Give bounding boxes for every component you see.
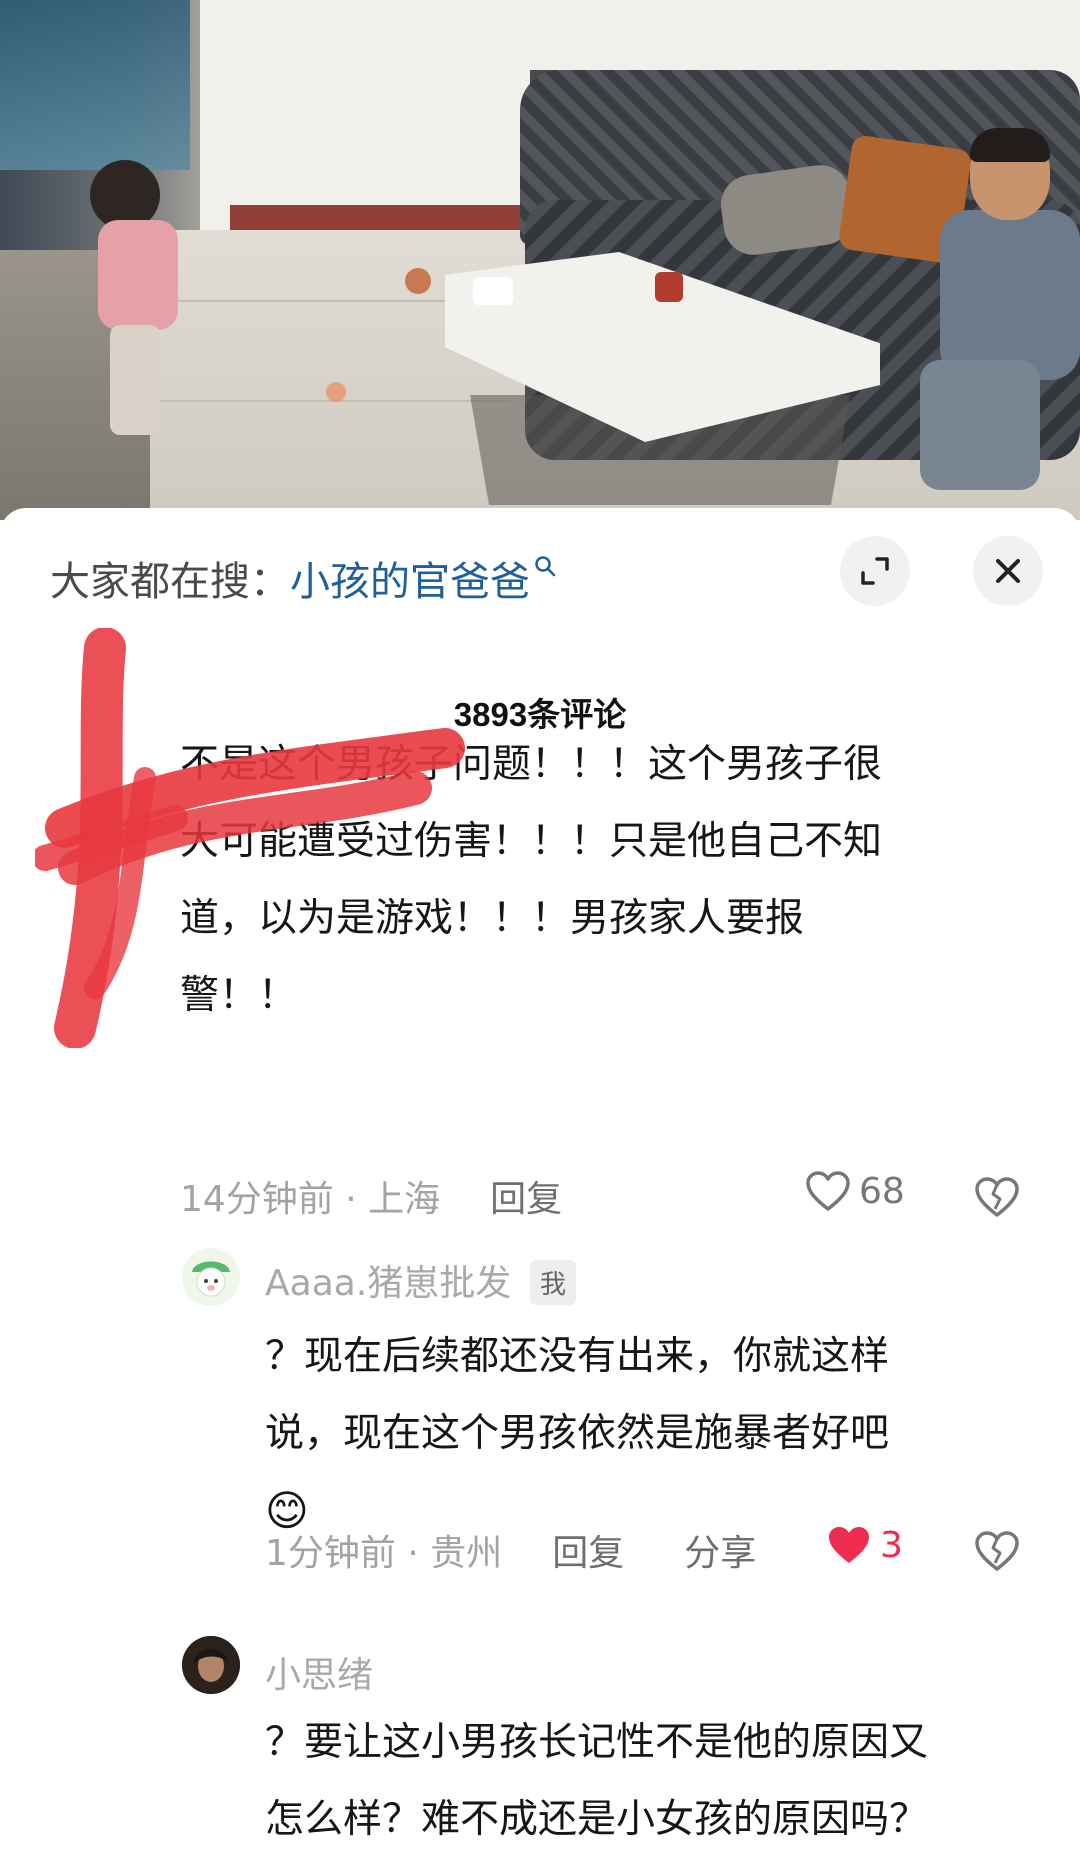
reply-username[interactable]: Aaaa.猪崽批发 (265, 1254, 511, 1306)
search-icon (534, 555, 556, 583)
heart-icon (806, 1171, 850, 1211)
comment-1-meta: 14分钟前 · 上海 回复 (180, 1170, 562, 1222)
redaction-scribble (35, 628, 465, 1048)
trending-search-link[interactable]: 小孩的官爸爸 (290, 549, 530, 607)
video-toy-car (473, 277, 513, 305)
share-button[interactable]: 分享 (684, 1524, 756, 1576)
like-button-active[interactable]: 3 (826, 1524, 903, 1566)
trending-search-bar[interactable]: 大家都在搜： 小孩的官爸爸 (50, 548, 556, 608)
avatar[interactable] (182, 1636, 240, 1694)
comment-2-meta: 1分钟前 · 贵州 回复 分享 (265, 1524, 756, 1576)
comment-text-line: ？要让这小男孩长记性不是他的原因又 (265, 1720, 929, 1765)
expand-icon (861, 557, 889, 585)
reply-button[interactable]: 回复 (490, 1170, 562, 1222)
trending-search-prefix: 大家都在搜： (50, 559, 290, 605)
close-icon (996, 559, 1020, 583)
comment-text-line: ？现在后续都还没有出来，你就这样 (265, 1334, 890, 1379)
video-cup (655, 272, 683, 302)
heart-filled-icon (829, 1527, 869, 1563)
dislike-icon[interactable] (973, 1176, 1021, 1218)
close-button[interactable] (973, 536, 1043, 606)
dislike-icon[interactable] (973, 1530, 1021, 1572)
reply-username[interactable]: 小思绪 (265, 1646, 373, 1698)
avatar-illustration (182, 1248, 240, 1306)
comment-2-text: ？现在后续都还没有出来，你就这样 说，现在这个男孩依然是施暴者好吧 😊 (265, 1318, 889, 1549)
comment-text-line: 怎么样？难不成还是小女孩的原因吗？ (265, 1797, 929, 1842)
comment-time-location: 14分钟前 · 上海 (180, 1179, 441, 1220)
expand-button[interactable] (840, 536, 910, 606)
video-toy (405, 268, 431, 294)
video-toy (326, 382, 346, 402)
like-count: 3 (880, 1524, 903, 1566)
video-doorway (0, 0, 190, 170)
like-count: 68 (859, 1170, 905, 1212)
comment-text-line: 说，现在这个男孩依然是施暴者好吧 (265, 1411, 890, 1456)
video-child-boy (920, 128, 1080, 490)
comment-time-location: 1分钟前 · 贵州 (265, 1533, 503, 1574)
like-button[interactable]: 68 (805, 1170, 905, 1212)
me-badge: 我 (530, 1260, 577, 1305)
avatar-photo (182, 1636, 240, 1694)
video-child-girl (80, 160, 190, 450)
avatar[interactable] (182, 1248, 240, 1306)
comment-sheet: 大家都在搜： 小孩的官爸爸 3893条评论 不是这个男孩子问题！！！这个男孩子很… (0, 508, 1080, 1842)
video-frame[interactable] (0, 0, 1080, 520)
reply-button[interactable]: 回复 (552, 1524, 624, 1576)
comment-3-text: ？要让这小男孩长记性不是他的原因又 怎么样？难不成还是小女孩的原因吗？ (265, 1704, 928, 1858)
